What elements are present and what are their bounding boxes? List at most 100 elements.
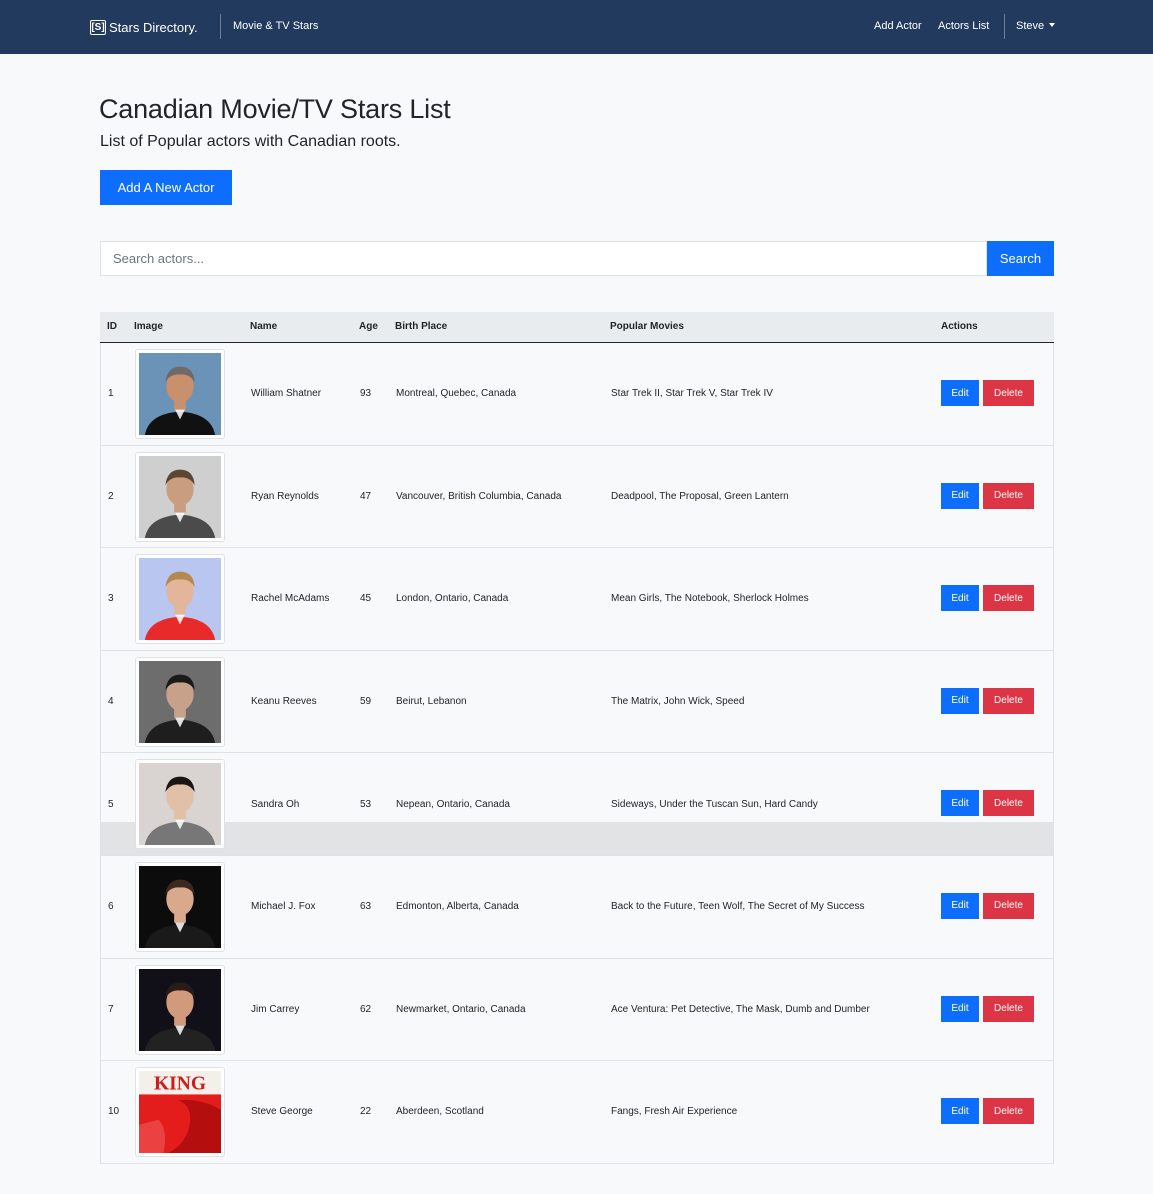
actor-name: William Shatner (251, 388, 322, 400)
edit-button[interactable]: Edit (941, 790, 979, 817)
actor-age: 47 (360, 490, 372, 502)
page-title: Canadian Movie/TV Stars List (99, 94, 451, 124)
edit-button[interactable]: Edit (941, 380, 979, 406)
actor-popular-movies: Star Trek II, Star Trek V, Star Trek IV (611, 388, 773, 400)
actor-birth-place: Edmonton, Alberta, Canada (396, 901, 519, 913)
actor-popular-movies: Sideways, Under the Tuscan Sun, Hard Can… (611, 798, 818, 810)
delete-button[interactable]: Delete (983, 687, 1034, 714)
actor-birth-place: Nepean, Ontario, Canada (396, 798, 510, 810)
brand-link[interactable]: [S] Stars Directory. (90, 18, 198, 36)
portrait-image (139, 660, 221, 743)
search-input[interactable] (100, 241, 987, 276)
svg-text:KING: KING (154, 1074, 206, 1095)
edit-button[interactable]: Edit (941, 892, 979, 919)
actor-popular-movies: Ace Ventura: Pet Detective, The Mask, Du… (611, 1003, 870, 1015)
edit-button[interactable]: Edit (941, 482, 979, 509)
column-header-name: Name (250, 321, 278, 332)
nav-divider (1004, 14, 1005, 39)
actor-photo (135, 349, 225, 439)
actor-birth-place: Beirut, Lebanon (396, 696, 467, 708)
actor-id: 5 (108, 798, 114, 810)
actor-age: 53 (360, 798, 372, 810)
actor-name: Michael J. Fox (251, 901, 316, 913)
portrait-image (139, 455, 221, 538)
edit-button[interactable]: Edit (941, 585, 979, 612)
actor-name: Sandra Oh (251, 798, 300, 810)
column-header-birth-place: Birth Place (395, 321, 448, 332)
delete-button[interactable]: Delete (983, 585, 1034, 612)
actor-id: 4 (108, 696, 114, 708)
search-button[interactable]: Search (987, 241, 1054, 276)
actor-photo (135, 451, 225, 542)
actor-photo (135, 759, 225, 850)
table-row: 2 Ryan Reynolds 47 Vancouver, British Co… (100, 445, 1054, 549)
portrait-image (139, 763, 221, 846)
edit-button[interactable]: Edit (941, 687, 979, 714)
actor-birth-place: Montreal, Quebec, Canada (396, 388, 517, 400)
user-menu-dropdown[interactable]: Steve (1016, 20, 1056, 32)
actor-name: Keanu Reeves (251, 696, 317, 708)
column-header-age: Age (359, 321, 378, 332)
actors-table: ID Image Name Age Birth Place Popular Mo… (100, 312, 1054, 1164)
actor-popular-movies: The Matrix, John Wick, Speed (611, 696, 745, 708)
table-row: 5 Sandra Oh 53 Nepean, Ontario, Canada S… (100, 753, 1054, 856)
delete-button[interactable]: Delete (983, 1098, 1034, 1125)
portrait-image (139, 353, 221, 435)
actor-name: Steve George (251, 1106, 313, 1118)
delete-button[interactable]: Delete (983, 482, 1034, 509)
actor-photo (135, 861, 225, 952)
actor-age: 59 (360, 696, 372, 708)
delete-button[interactable]: Delete (983, 380, 1034, 406)
column-header-image: Image (134, 321, 163, 332)
actor-popular-movies: Back to the Future, Teen Wolf, The Secre… (611, 901, 865, 913)
page-subtitle: List of Popular actors with Canadian roo… (100, 133, 401, 150)
actor-photo: KING (135, 1067, 225, 1158)
column-header-id: ID (107, 321, 117, 332)
table-header: ID Image Name Age Birth Place Popular Mo… (100, 312, 1054, 343)
actor-age: 22 (360, 1106, 372, 1118)
actor-photo (135, 964, 225, 1055)
actor-id: 3 (108, 593, 114, 605)
table-row: 1 William Shatner 93 Montreal, Quebec, C… (100, 343, 1054, 446)
actor-popular-movies: Deadpool, The Proposal, Green Lantern (611, 490, 789, 502)
actor-name: Ryan Reynolds (251, 490, 319, 502)
brand-logo-icon: [S] (90, 19, 106, 35)
actor-id: 2 (108, 490, 114, 502)
actor-id: 7 (108, 1003, 114, 1015)
portrait-image (139, 558, 221, 641)
delete-button[interactable]: Delete (983, 892, 1034, 919)
nav-link-add-actor[interactable]: Add Actor (874, 20, 922, 32)
portrait-image (139, 865, 221, 948)
nav-divider (220, 14, 221, 39)
delete-button[interactable]: Delete (983, 995, 1034, 1022)
poster-image: KING (139, 1071, 221, 1154)
nav-link-movie-tv-stars[interactable]: Movie & TV Stars (233, 20, 318, 32)
actor-popular-movies: Mean Girls, The Notebook, Sherlock Holme… (611, 593, 809, 605)
brand-name: Stars Directory. (109, 19, 198, 35)
table-row: 4 Keanu Reeves 59 Beirut, Lebanon The Ma… (100, 650, 1054, 754)
actor-age: 45 (360, 593, 372, 605)
nav-link-actors-list[interactable]: Actors List (938, 20, 989, 32)
table-row: 6 Michael J. Fox 63 Edmonton, Alberta, C… (100, 855, 1054, 959)
table-row: 3 Rachel McAdams 45 London, Ontario, Can… (100, 548, 1054, 651)
actor-age: 62 (360, 1003, 372, 1015)
actor-photo (135, 656, 225, 747)
actor-id: 1 (108, 388, 114, 400)
actor-popular-movies: Fangs, Fresh Air Experience (611, 1106, 738, 1118)
portrait-image (139, 968, 221, 1051)
user-name: Steve (1016, 20, 1045, 32)
table-row: 10 KING Steve George 22 Aberdeen, Scotla… (100, 1061, 1054, 1164)
edit-button[interactable]: Edit (941, 995, 979, 1022)
actor-name: Jim Carrey (251, 1003, 300, 1015)
actor-age: 63 (360, 901, 372, 913)
top-navbar: [S] Stars Directory. Movie & TV Stars Ad… (0, 0, 1153, 54)
actor-name: Rachel McAdams (251, 593, 330, 605)
edit-button[interactable]: Edit (941, 1098, 979, 1125)
table-row: 7 Jim Carrey 62 Newmarket, Ontario, Cana… (100, 958, 1054, 1062)
column-header-actions: Actions (941, 321, 978, 332)
actor-age: 93 (360, 388, 372, 400)
actor-birth-place: London, Ontario, Canada (396, 593, 509, 605)
table-body: 1 William Shatner 93 Montreal, Quebec, C… (100, 343, 1054, 1164)
add-new-actor-button[interactable]: Add A New Actor (100, 170, 232, 205)
delete-button[interactable]: Delete (983, 790, 1034, 817)
